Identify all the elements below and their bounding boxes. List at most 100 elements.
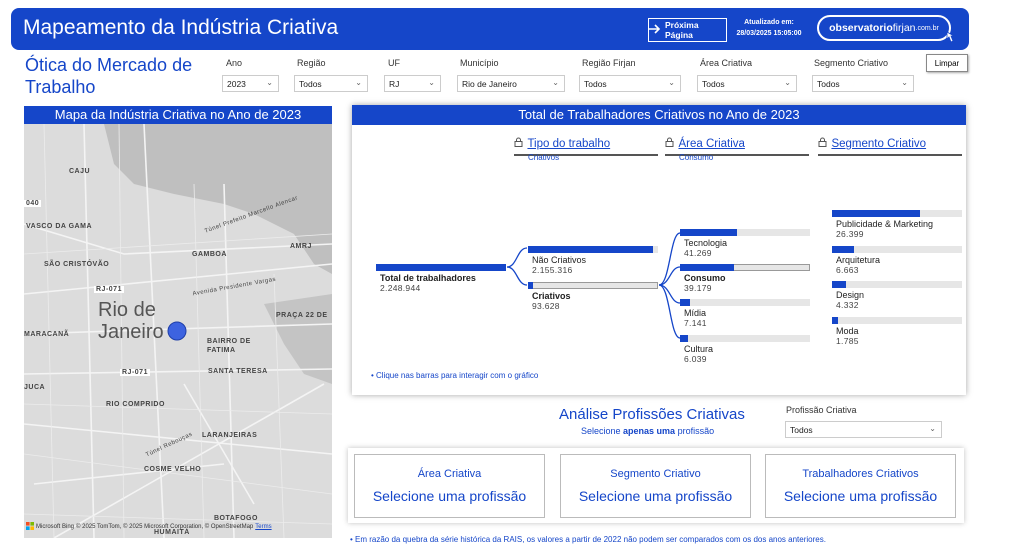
filter-segmento-select[interactable]: Todos ⌄ <box>812 75 914 92</box>
map-label: SÃO CRISTÓVÃO <box>44 261 110 268</box>
filter-ano-select[interactable]: 2023 ⌄ <box>222 75 279 92</box>
card-title: Trabalhadores Criativos <box>802 468 919 480</box>
sankey-bar-fill <box>832 281 846 288</box>
sankey-node-label: Publicidade & Marketing <box>836 219 934 229</box>
map-label: MARACANÃ <box>24 331 70 338</box>
filter-area-select[interactable]: Todos ⌄ <box>697 75 797 92</box>
sankey-node-value: 6.663 <box>836 265 859 275</box>
map-city-line: Rio de <box>98 299 156 321</box>
map-label: 040 <box>24 200 42 207</box>
card-title: Área Criativa <box>417 468 482 480</box>
filter-regiao-firjan-label: Região Firjan <box>582 58 636 68</box>
next-page-label: Próxima Página <box>665 20 699 40</box>
sankey-node-value: 1.785 <box>836 336 859 346</box>
sankey-node-label: Design <box>836 290 865 300</box>
level-header-segmento[interactable]: Segmento Criativo <box>818 134 962 156</box>
chevron-down-icon: ⌄ <box>929 424 936 433</box>
sankey-bar-segmento[interactable] <box>832 317 962 324</box>
logo-domain: .com.br <box>915 24 939 32</box>
sankey-hint: • Clique nas barras para interagir com o… <box>371 371 539 380</box>
logo-main: observatorio <box>829 22 893 34</box>
analysis-subtitle-bold: apenas uma <box>623 426 676 436</box>
sankey-node-label: Cultura <box>684 344 714 354</box>
filter-area-label: Área Criativa <box>700 58 753 68</box>
page-title: Mapeamento da Indústria Criativa <box>23 16 339 39</box>
chevron-down-icon: ⌄ <box>668 78 675 87</box>
map-attribution: © 2025 TomTom, © 2025 Microsoft Corporat… <box>76 524 254 530</box>
filter-municipio-select[interactable]: Rio de Janeiro ⌄ <box>457 75 565 92</box>
lock-icon <box>514 134 523 151</box>
map-label: BAIRRO DE FATIMA <box>207 338 251 354</box>
filter-uf-select[interactable]: RJ ⌄ <box>384 75 441 92</box>
sankey-node-label: Não Criativos <box>532 255 587 265</box>
sankey-bar-area[interactable] <box>680 299 810 306</box>
level-name: Tipo do trabalho <box>527 138 611 150</box>
map-label: RIO COMPRIDO <box>106 401 165 408</box>
sankey-bar-fill <box>528 282 533 289</box>
sankey-node-value: 26.399 <box>836 229 864 239</box>
card-value: Selecione uma profissão <box>783 488 938 504</box>
updated-label: Atualizado em: <box>744 19 794 26</box>
sankey-bar-fill <box>832 210 920 217</box>
sankey-node-label: Tecnologia <box>684 238 728 248</box>
sankey-node-label: Moda <box>836 326 859 336</box>
chevron-down-icon: ⌄ <box>552 78 559 87</box>
sankey-root-label: Total de trabalhadores <box>380 273 476 283</box>
sankey-node-label: Criativos <box>532 291 571 301</box>
level-name: Segmento Criativo <box>831 138 927 150</box>
sankey-bar-area[interactable] <box>680 229 810 236</box>
card-trabalhadores-criativos: Trabalhadores Criativos Selecione uma pr… <box>765 454 956 518</box>
map-terms-link[interactable]: Terms <box>255 524 271 530</box>
lock-icon <box>818 134 827 151</box>
footnote: • Em razão da quebra da série histórica … <box>350 535 826 544</box>
sankey-bar-tipo[interactable] <box>528 246 658 253</box>
sankey-bar-area[interactable] <box>680 335 810 342</box>
observatorio-logo[interactable]: observatorio firjan .com.br <box>817 15 956 43</box>
next-page-button[interactable]: Próxima Página <box>648 18 727 42</box>
map-city-label: Rio de Janeiro <box>98 299 164 343</box>
sankey-bar-fill <box>832 246 854 253</box>
sankey-panel: Total de Trabalhadores Criativos no Ano … <box>352 105 966 395</box>
sankey-node-label: Mídia <box>684 308 707 318</box>
profissao-select[interactable]: Todos ⌄ <box>785 421 942 438</box>
cursor-hand-icon <box>944 31 956 46</box>
filter-regiao-firjan-select[interactable]: Todos ⌄ <box>579 75 681 92</box>
profissao-value: Todos <box>790 424 813 435</box>
filter-ano-value: 2023 <box>227 78 246 89</box>
logo-brand: firjan <box>892 22 916 34</box>
map-city-line: Janeiro <box>98 321 164 343</box>
map-label: RJ-071 <box>94 286 124 293</box>
map-background <box>24 124 332 538</box>
sankey-bar-track <box>528 282 658 289</box>
sankey-bar-segmento[interactable] <box>832 210 962 217</box>
clear-filters-button[interactable]: Limpar <box>926 54 968 72</box>
sankey-bar-segmento[interactable] <box>832 246 962 253</box>
map-label: PRAÇA 22 DE <box>276 312 328 319</box>
map-view[interactable]: CAJU 040 VASCO DA GAMA SÃO CRISTÓVÃO GAM… <box>24 124 332 538</box>
map-label: BOTAFOGO <box>214 515 258 522</box>
level-name: Área Criativa <box>678 138 745 150</box>
filter-uf-value: RJ <box>389 78 400 89</box>
sankey-node-value: 93.628 <box>532 301 560 311</box>
sankey-bar-tipo[interactable] <box>528 282 658 289</box>
sankey-bar-root[interactable] <box>376 264 506 271</box>
sankey-bar-fill <box>680 335 688 342</box>
sankey-node-value: 2.155.316 <box>532 265 573 275</box>
sankey-node-value: 7.141 <box>684 318 707 328</box>
sankey-bar-fill <box>528 246 653 253</box>
analysis-title: Análise Profissões Criativas <box>559 406 745 423</box>
analysis-cards: Área Criativa Selecione uma profissão Se… <box>348 448 964 523</box>
sankey-node-label: Arquitetura <box>836 255 881 265</box>
sankey-bar-fill <box>832 317 838 324</box>
sankey-bar-track <box>680 335 810 342</box>
sankey-node-value: 39.179 <box>684 283 712 293</box>
filter-regiao-select[interactable]: Todos ⌄ <box>294 75 368 92</box>
analysis-subtitle-post: profissão <box>675 426 715 436</box>
card-area-criativa: Área Criativa Selecione uma profissão <box>354 454 545 518</box>
page-subtitle: Ótica do Mercado de Trabalho <box>25 55 193 97</box>
sankey-bar-segmento[interactable] <box>832 281 962 288</box>
header-bar: Mapeamento da Indústria Criativa Próxima… <box>11 8 969 50</box>
filter-segmento-label: Segmento Criativo <box>814 58 889 68</box>
sankey-bar-area[interactable] <box>680 264 810 271</box>
chevron-down-icon: ⌄ <box>266 78 273 87</box>
